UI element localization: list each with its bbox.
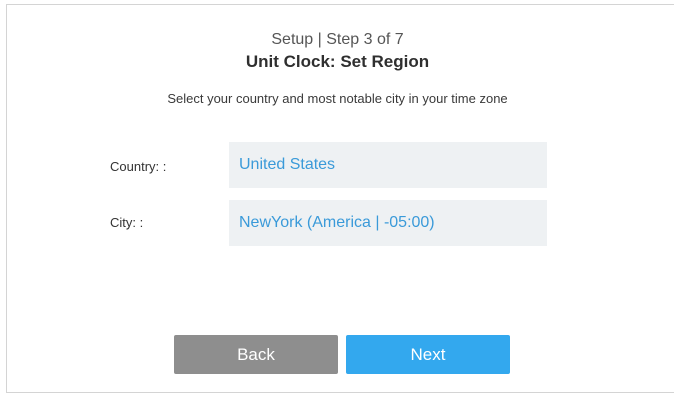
- country-label: Country: :: [110, 159, 167, 174]
- city-value: NewYork (America | -05:00): [239, 214, 435, 231]
- city-select[interactable]: NewYork (America | -05:00): [229, 200, 547, 246]
- step-indicator: Setup | Step 3 of 7: [271, 31, 404, 48]
- back-button[interactable]: Back: [174, 335, 338, 374]
- country-value: United States: [239, 156, 336, 173]
- city-label: City: :: [110, 215, 144, 230]
- next-button[interactable]: Next: [346, 335, 510, 374]
- country-select[interactable]: United States: [229, 142, 547, 188]
- page-title: Unit Clock: Set Region: [245, 52, 430, 71]
- page-subtitle: Select your country and most notable cit…: [167, 91, 508, 106]
